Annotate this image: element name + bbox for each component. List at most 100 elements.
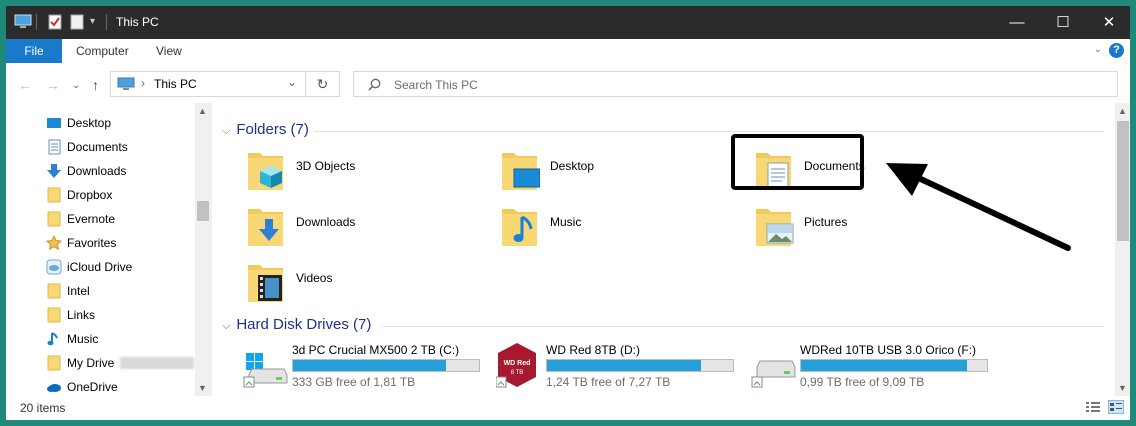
drive-name: 3d PC Crucial MX500 2 TB (C:): [292, 343, 460, 357]
drive-usage-bar: [292, 359, 480, 372]
expand-ribbon-icon[interactable]: ⌄: [1094, 44, 1102, 55]
folder-3d-objects[interactable]: 3D Objects: [246, 149, 486, 199]
drive-f[interactable]: WDRed 10TB USB 3.0 Orico (F:) 0,99 TB fr…: [750, 343, 1000, 393]
sidebar-item-label: Favorites: [67, 236, 117, 250]
folders-group-header[interactable]: ⌵ Folders (7): [222, 121, 309, 141]
divider: [36, 14, 37, 30]
sidebar-item-links[interactable]: Links: [46, 303, 196, 327]
folder-label: Pictures: [804, 215, 848, 229]
recent-locations-icon[interactable]: ⌄: [72, 80, 80, 91]
status-bar: 20 items: [6, 396, 1130, 420]
this-pc-icon: [14, 14, 32, 28]
address-dropdown-icon[interactable]: ⌄: [287, 75, 297, 89]
minimize-button[interactable]: —: [994, 6, 1040, 39]
sidebar-item-intel[interactable]: Intel: [46, 279, 196, 303]
wd-red-badge-text: WD Red: [504, 360, 531, 367]
scroll-up-icon[interactable]: ▲: [1118, 106, 1127, 116]
divider: [382, 326, 1104, 327]
sidebar-item-music[interactable]: Music: [46, 327, 196, 351]
folder-downloads[interactable]: Downloads: [246, 205, 486, 255]
back-arrow-icon[interactable]: ←: [18, 77, 32, 93]
drive-c[interactable]: 3d PC Crucial MX500 2 TB (C:) 333 GB fre…: [242, 343, 492, 393]
close-button[interactable]: ✕: [1086, 6, 1130, 39]
divider: [314, 131, 1104, 132]
folder-icon: [47, 211, 61, 227]
quick-access-dropdown-icon[interactable]: ▾: [90, 16, 95, 27]
sidebar-item-my-drive[interactable]: My Drive: [46, 351, 196, 375]
drive-usage-fill: [293, 360, 446, 371]
documents-icon: [48, 139, 61, 155]
tab-view[interactable]: View: [156, 39, 182, 63]
forward-arrow-icon[interactable]: →: [46, 77, 60, 93]
sidebar-item-label: My Drive: [67, 356, 115, 370]
new-folder-icon[interactable]: [70, 14, 84, 30]
content-scrollbar[interactable]: ▲ ▼: [1115, 103, 1130, 396]
videos-folder-icon: [248, 265, 283, 302]
up-arrow-icon[interactable]: ↑: [92, 77, 99, 93]
sidebar-item-label: Music: [67, 332, 99, 346]
sidebar-item-downloads[interactable]: Downloads: [46, 159, 196, 183]
breadcrumb-this-pc[interactable]: This PC: [154, 77, 197, 91]
pictures-folder-icon: [756, 209, 794, 246]
drive-d[interactable]: WD Red 8 TB WD Red 8TB (D:) 1,24 TB free…: [496, 343, 746, 393]
refresh-button[interactable]: ↻: [306, 71, 340, 97]
window-title: This PC: [116, 15, 159, 29]
sidebar-item-label: Downloads: [67, 164, 127, 178]
details-view-icon[interactable]: [1086, 401, 1100, 413]
folder-videos[interactable]: Videos: [246, 261, 486, 311]
scroll-up-icon[interactable]: ▲: [198, 106, 207, 116]
drive-free-space: 1,24 TB free of 7,27 TB: [546, 375, 671, 389]
sidebar-item-label: Documents: [67, 140, 128, 154]
sidebar-item-dropbox[interactable]: Dropbox: [46, 183, 196, 207]
wd-red-drive-icon: WD Red 8 TB: [496, 343, 536, 388]
sidebar-item-icloud-drive[interactable]: iCloud Drive: [46, 255, 196, 279]
music-icon: [47, 332, 58, 346]
search-input[interactable]: [392, 76, 1096, 94]
sidebar-item-desktop[interactable]: Desktop: [46, 111, 196, 135]
sidebar-item-label: Intel: [67, 284, 90, 298]
sidebar-scrollbar[interactable]: ▲ ▼: [195, 103, 211, 396]
refresh-icon: ↻: [316, 76, 329, 92]
icloud-icon: [46, 259, 62, 275]
sidebar-item-evernote[interactable]: Evernote: [46, 207, 196, 231]
drive-usage-fill: [547, 360, 702, 371]
collapse-chevron-icon[interactable]: ⌵: [222, 320, 230, 332]
windows-drive-icon: [243, 353, 288, 388]
star-icon: [46, 235, 62, 251]
usb-drive-icon: [751, 360, 796, 388]
navigation-pane: Desktop Documents Downloads Dropbox Ever…: [6, 103, 211, 396]
folder-label: Videos: [296, 271, 333, 285]
search-box[interactable]: [353, 71, 1118, 97]
folder-icon: [47, 307, 61, 323]
tiles-view-icon[interactable]: [1108, 400, 1124, 414]
folder-desktop[interactable]: Desktop: [500, 149, 740, 199]
drive-free-space: 0,99 TB free of 9,09 TB: [800, 375, 925, 389]
tab-file[interactable]: File: [6, 39, 62, 63]
sidebar-item-documents[interactable]: Documents: [46, 135, 196, 159]
sidebar-item-favorites[interactable]: Favorites: [46, 231, 196, 255]
sidebar-scroll-thumb[interactable]: [197, 201, 209, 221]
folder-music[interactable]: Music: [500, 205, 740, 255]
downloads-icon: [47, 164, 61, 178]
sidebar-item-label: OneDrive: [67, 380, 118, 394]
content-scroll-thumb[interactable]: [1117, 121, 1129, 241]
help-icon[interactable]: ?: [1109, 43, 1124, 58]
annotation-highlight-box: [731, 134, 864, 190]
3d-objects-icon: [248, 153, 283, 190]
scroll-down-icon[interactable]: ▼: [198, 383, 207, 393]
properties-icon[interactable]: [48, 14, 62, 30]
address-bar[interactable]: › This PC ⌄: [110, 71, 306, 97]
onedrive-icon: [47, 384, 61, 392]
sidebar-item-label: Evernote: [67, 212, 116, 226]
folder-icon: [47, 355, 61, 371]
scroll-down-icon[interactable]: ▼: [1118, 383, 1127, 393]
folder-label: Downloads: [296, 215, 356, 229]
collapse-chevron-icon[interactable]: ⌵: [222, 125, 230, 137]
sidebar-item-label: Links: [67, 308, 96, 322]
downloads-folder-icon: [248, 209, 283, 246]
tab-computer[interactable]: Computer: [76, 39, 129, 63]
wd-red-badge-size: 8 TB: [511, 370, 524, 376]
folders-header-label: Folders (7): [236, 121, 309, 138]
maximize-button[interactable]: ☐: [1040, 6, 1086, 39]
drives-group-header[interactable]: ⌵ Hard Disk Drives (7): [222, 316, 371, 336]
